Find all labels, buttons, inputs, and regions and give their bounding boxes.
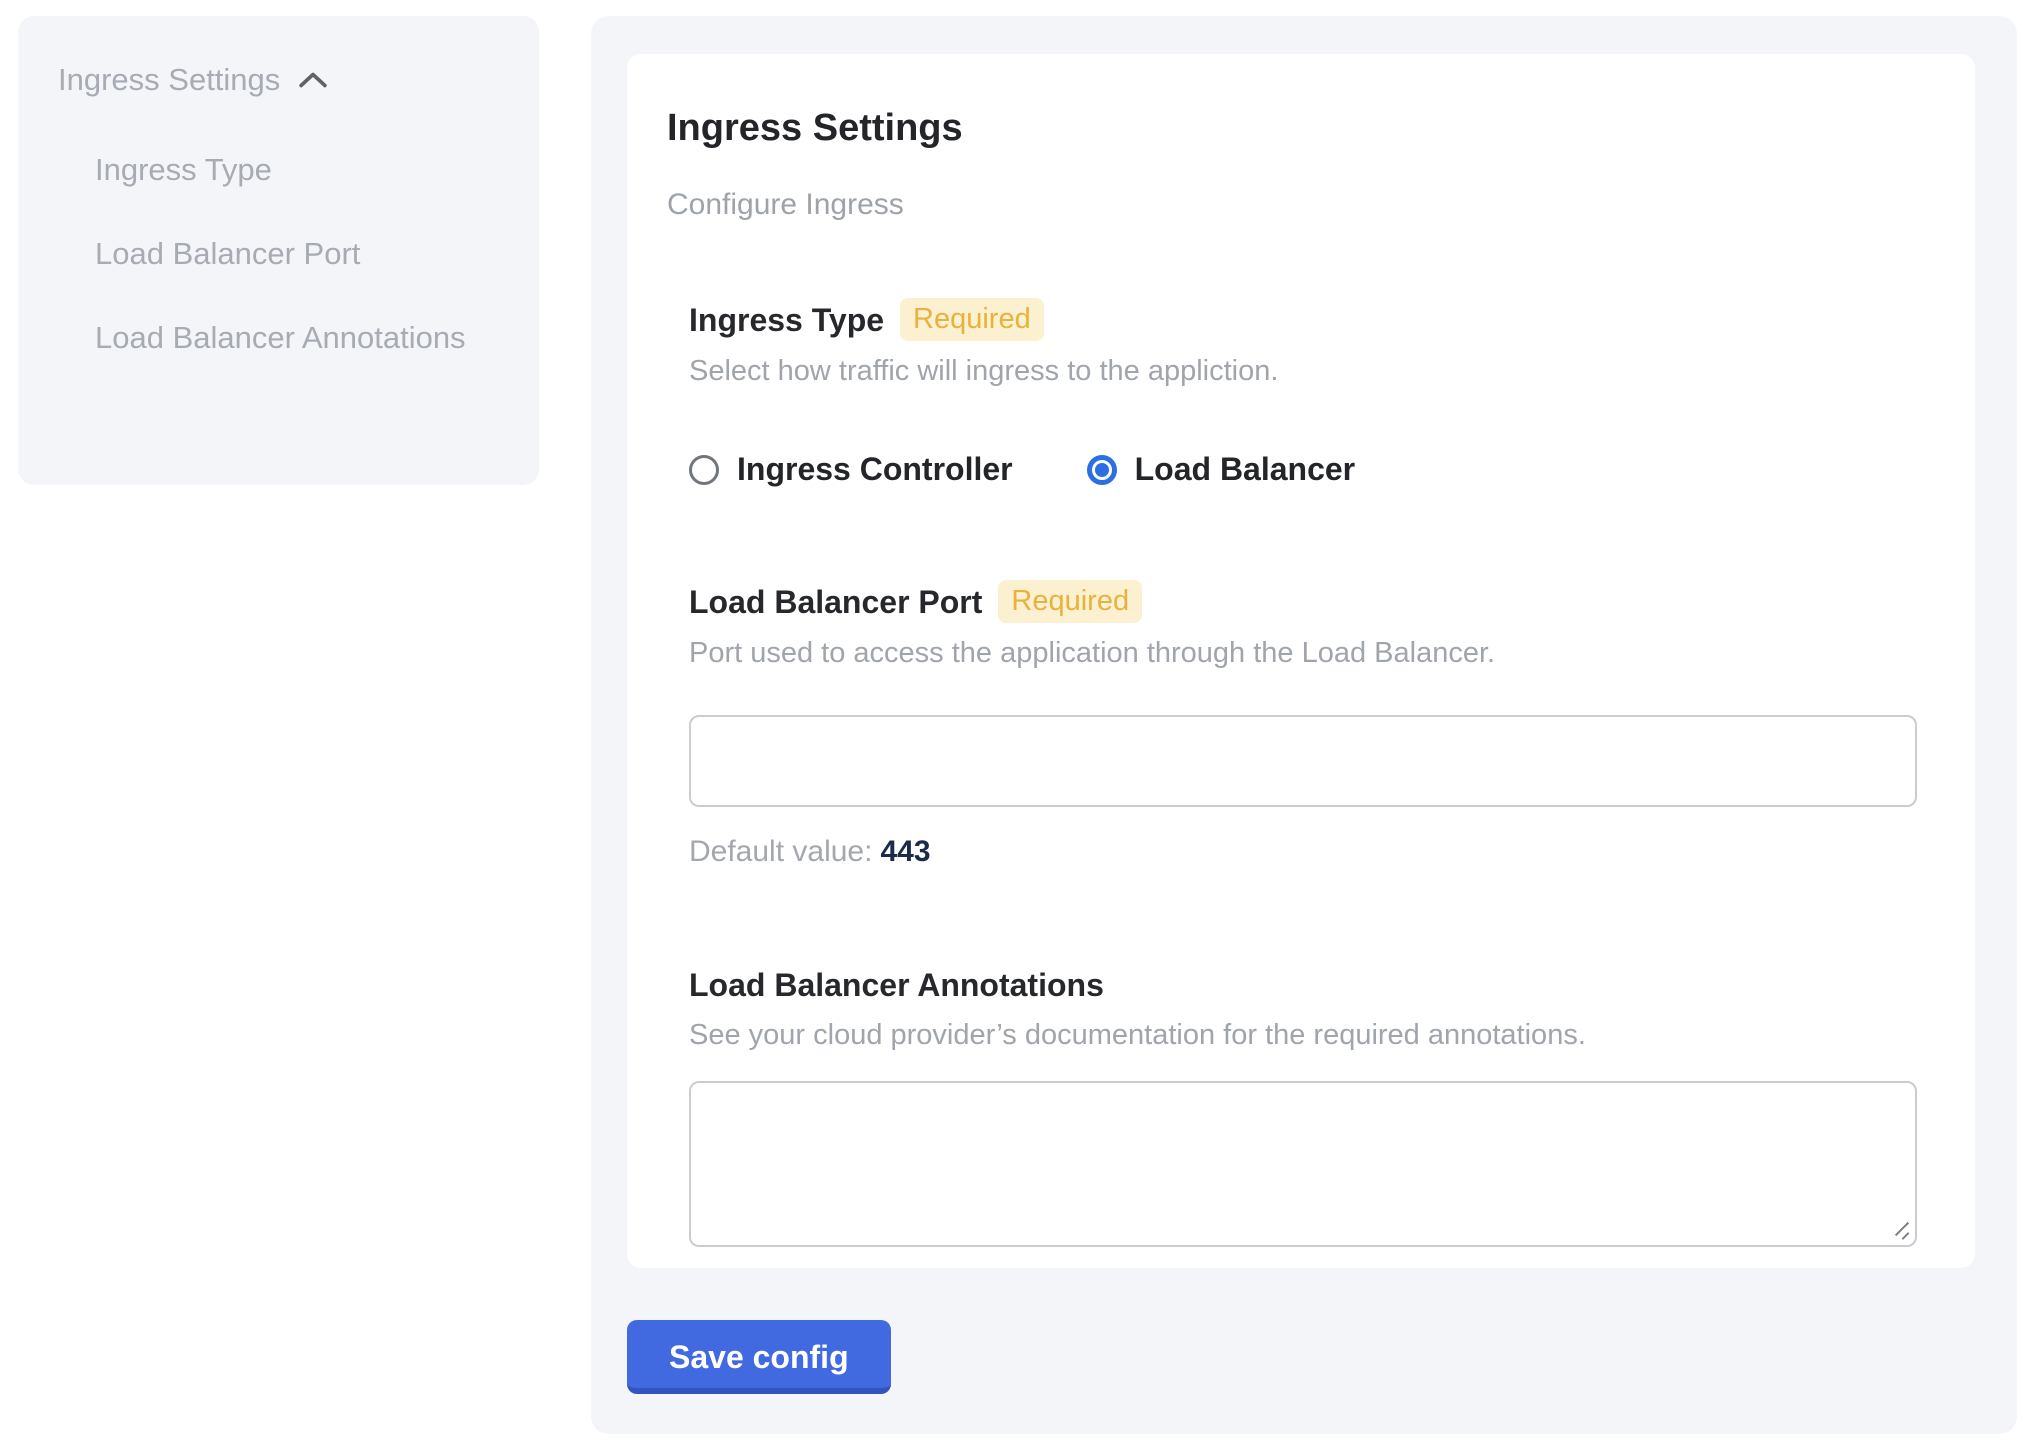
resize-handle-icon[interactable]	[1891, 1220, 1913, 1242]
annotations-textarea-wrap	[689, 1081, 1917, 1247]
sidebar-group-label: Ingress Settings	[58, 62, 280, 98]
radio-icon	[1087, 455, 1117, 485]
default-value-label: Default value:	[689, 835, 872, 868]
settings-sidebar: Ingress Settings Ingress Type Load Balan…	[18, 16, 539, 485]
section-title-load-balancer-annotations: Load Balancer Annotations	[689, 965, 1104, 1005]
page-title: Ingress Settings	[667, 106, 1917, 150]
section-desc-ingress-type: Select how traffic will ingress to the a…	[689, 353, 1917, 389]
required-badge: Required	[998, 580, 1142, 623]
page-layout: Ingress Settings Ingress Type Load Balan…	[0, 0, 2036, 1434]
load-balancer-annotations-textarea[interactable]	[689, 1081, 1917, 1247]
chevron-up-icon	[296, 69, 330, 91]
sidebar-item-load-balancer-annotations[interactable]: Load Balancer Annotations	[95, 308, 499, 368]
default-value: 443	[880, 835, 930, 868]
section-title-ingress-type: Ingress Type	[689, 300, 884, 340]
section-desc-load-balancer-annotations: See your cloud provider’s documentation …	[689, 1017, 1917, 1053]
main-panel: Ingress Settings Configure Ingress Ingre…	[591, 16, 2017, 1434]
section-load-balancer-annotations: Load Balancer Annotations See your cloud…	[689, 965, 1917, 1247]
sidebar-item-ingress-type[interactable]: Ingress Type	[95, 140, 499, 200]
save-config-button[interactable]: Save config	[627, 1320, 891, 1394]
ingress-type-radio-group: Ingress Controller Load Balancer	[689, 451, 1917, 488]
section-title-load-balancer-port: Load Balancer Port	[689, 582, 982, 622]
sidebar-group-ingress-settings[interactable]: Ingress Settings	[58, 62, 503, 98]
ingress-settings-card: Ingress Settings Configure Ingress Ingre…	[627, 54, 1975, 1268]
radio-icon	[689, 455, 719, 485]
sidebar-item-list: Ingress Type Load Balancer Port Load Bal…	[95, 140, 503, 368]
section-ingress-type: Ingress Type Required Select how traffic…	[689, 298, 1917, 488]
radio-label: Ingress Controller	[737, 451, 1013, 488]
radio-label: Load Balancer	[1135, 451, 1356, 488]
section-load-balancer-port: Load Balancer Port Required Port used to…	[689, 580, 1917, 869]
section-desc-load-balancer-port: Port used to access the application thro…	[689, 635, 1917, 671]
page-subtitle: Configure Ingress	[667, 188, 1917, 222]
default-value-line: Default value:443	[689, 835, 1917, 869]
sidebar-item-load-balancer-port[interactable]: Load Balancer Port	[95, 224, 499, 284]
load-balancer-port-input[interactable]	[689, 715, 1917, 807]
required-badge: Required	[900, 298, 1044, 341]
radio-option-ingress-controller[interactable]: Ingress Controller	[689, 451, 1013, 488]
radio-option-load-balancer[interactable]: Load Balancer	[1087, 451, 1356, 488]
